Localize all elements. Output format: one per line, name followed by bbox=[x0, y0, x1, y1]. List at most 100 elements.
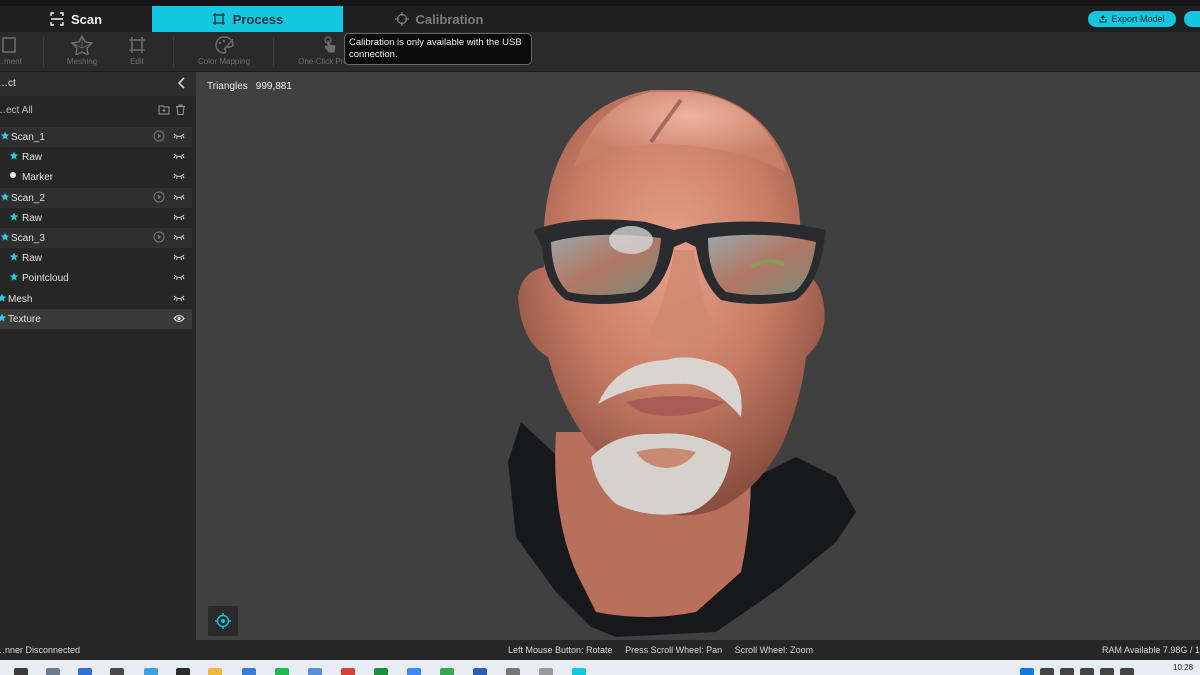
taskbar-app-icon[interactable] bbox=[110, 668, 124, 675]
tree-item-label: Raw bbox=[22, 152, 43, 164]
toolbar-meshing[interactable]: Meshing bbox=[51, 35, 113, 71]
taskbar-app-icon[interactable] bbox=[144, 668, 158, 675]
visibility-off-icon[interactable] bbox=[173, 213, 185, 224]
right-lens bbox=[708, 234, 816, 295]
toolbar-alignment[interactable]: …ment bbox=[0, 35, 40, 71]
raw-icon bbox=[9, 252, 19, 265]
tree-item-scan-1[interactable]: Scan_1 bbox=[0, 127, 192, 147]
tree-item-pointcloud[interactable]: Pointcloud bbox=[0, 268, 192, 288]
taskbar-app-icon[interactable] bbox=[46, 668, 60, 675]
reset-view-button[interactable] bbox=[208, 606, 238, 636]
edit-icon bbox=[129, 37, 145, 53]
tab-scan-label: Scan bbox=[70, 11, 103, 27]
toolbar-edit[interactable]: Edit bbox=[106, 35, 168, 71]
tab-process[interactable]: Process bbox=[152, 6, 343, 32]
3d-viewport[interactable]: Triangles 999,881 bbox=[196, 72, 1200, 640]
raw-icon bbox=[9, 212, 19, 225]
toolbar-alignment-label: …ment bbox=[0, 57, 22, 66]
connection-status: …nner Disconnected bbox=[0, 645, 81, 655]
taskbar-app-icon[interactable] bbox=[14, 668, 28, 675]
taskbar-app-icon[interactable] bbox=[506, 668, 520, 675]
taskbar-app-icon[interactable] bbox=[308, 668, 322, 675]
toolbar-color-mapping[interactable]: Color Mapping bbox=[193, 35, 255, 71]
texture-icon bbox=[0, 313, 7, 326]
scan-icon bbox=[0, 232, 10, 245]
tab-process-label: Process bbox=[232, 11, 284, 27]
taskbar-app-icon[interactable] bbox=[176, 668, 190, 675]
tree-item-scan-3[interactable]: Scan_3 bbox=[0, 228, 192, 248]
toolbar-divider bbox=[173, 37, 174, 67]
tree-item-raw[interactable]: Raw bbox=[0, 248, 192, 268]
tree-item-label: Pointcloud bbox=[22, 273, 69, 285]
tree-item-label: Mesh bbox=[8, 293, 33, 305]
collapse-panel-icon[interactable] bbox=[177, 77, 187, 89]
target-icon bbox=[215, 613, 231, 629]
tray-icon[interactable] bbox=[1080, 668, 1094, 675]
tree-item-scan-2[interactable]: Scan_2 bbox=[0, 187, 192, 208]
tree-item-mesh[interactable]: Mesh bbox=[0, 289, 192, 309]
play-scan-icon[interactable] bbox=[153, 130, 165, 145]
export-model-button[interactable]: Export Model bbox=[1088, 11, 1176, 27]
taskbar-app-icon[interactable] bbox=[374, 668, 388, 675]
extra-action-button[interactable] bbox=[1184, 11, 1200, 27]
visibility-off-icon[interactable] bbox=[173, 132, 185, 143]
taskbar-app-icon[interactable] bbox=[539, 668, 553, 675]
project-panel: …ct …ect All Scan_1 Raw Marker Scan_2 Raw Sca… bbox=[0, 72, 196, 640]
taskbar-app-icon[interactable] bbox=[407, 668, 421, 675]
toolbar-meshing-label: Meshing bbox=[66, 57, 98, 66]
tree-item-label: Scan_1 bbox=[11, 132, 45, 143]
taskbar-app-icon[interactable] bbox=[440, 668, 454, 675]
visibility-off-icon[interactable] bbox=[173, 294, 185, 305]
tree-item-label: Texture bbox=[8, 313, 41, 325]
new-folder-icon[interactable] bbox=[158, 104, 170, 115]
hint-rotate: Left Mouse Button: Rotate bbox=[508, 645, 613, 655]
tray-icon[interactable] bbox=[1120, 668, 1134, 675]
toolbar-edit-label: Edit bbox=[130, 57, 144, 66]
tray-icon[interactable] bbox=[1020, 668, 1034, 675]
taskbar-clock: 10:28 bbox=[1173, 663, 1194, 672]
visibility-on-icon[interactable] bbox=[173, 314, 185, 326]
play-scan-icon[interactable] bbox=[153, 191, 165, 206]
touch-icon bbox=[324, 36, 336, 53]
visibility-off-icon[interactable] bbox=[173, 193, 185, 204]
tree-item-label: Scan_3 bbox=[11, 233, 45, 244]
tray-icon[interactable] bbox=[1100, 668, 1114, 675]
taskbar-app-icon[interactable] bbox=[242, 668, 256, 675]
tray-icon[interactable] bbox=[1060, 668, 1074, 675]
select-all-row[interactable]: …ect All bbox=[0, 100, 196, 120]
toolbar-color-mapping-label: Color Mapping bbox=[197, 57, 251, 66]
top-tab-bar: Scan Process Calibration Export Model bbox=[0, 0, 1200, 32]
tree-item-texture[interactable]: Texture bbox=[0, 308, 192, 329]
trash-icon[interactable] bbox=[175, 104, 186, 115]
scan-icon bbox=[0, 192, 10, 205]
visibility-off-icon[interactable] bbox=[173, 172, 185, 183]
meshing-icon bbox=[71, 35, 93, 55]
visibility-off-icon[interactable] bbox=[173, 273, 185, 284]
taskbar-app-icon[interactable] bbox=[78, 668, 92, 675]
tree-item-raw[interactable]: Raw bbox=[0, 208, 192, 228]
taskbar-app-icon[interactable] bbox=[473, 668, 487, 675]
scanned-head-model[interactable] bbox=[196, 72, 1200, 640]
tree-item-raw[interactable]: Raw bbox=[0, 147, 192, 167]
visibility-off-icon[interactable] bbox=[173, 152, 185, 163]
taskbar-app-icon[interactable] bbox=[572, 668, 586, 675]
visibility-off-icon[interactable] bbox=[173, 253, 185, 264]
taskbar-app-icon[interactable] bbox=[275, 668, 289, 675]
hint-zoom: Scroll Wheel: Zoom bbox=[734, 645, 814, 655]
marker-icon bbox=[9, 171, 17, 182]
panel-title: …ct bbox=[0, 78, 16, 89]
tab-scan[interactable]: Scan bbox=[0, 6, 152, 32]
tab-calibration[interactable]: Calibration bbox=[343, 6, 535, 32]
select-all-label: …ect All bbox=[0, 105, 33, 116]
status-bar: …nner Disconnected Left Mouse Button: Ro… bbox=[0, 640, 1200, 660]
tray-icon[interactable] bbox=[1040, 668, 1054, 675]
tree-item-marker[interactable]: Marker bbox=[0, 167, 192, 187]
taskbar-app-icon[interactable] bbox=[341, 668, 355, 675]
ram-available: RAM Available 7.98G / 15… bbox=[1102, 645, 1200, 655]
process-icon bbox=[212, 13, 225, 25]
palette-icon bbox=[215, 36, 234, 54]
taskbar-app-icon[interactable] bbox=[208, 668, 222, 675]
toolbar-divider bbox=[273, 37, 274, 67]
play-scan-icon[interactable] bbox=[153, 231, 165, 246]
visibility-off-icon[interactable] bbox=[173, 233, 185, 244]
